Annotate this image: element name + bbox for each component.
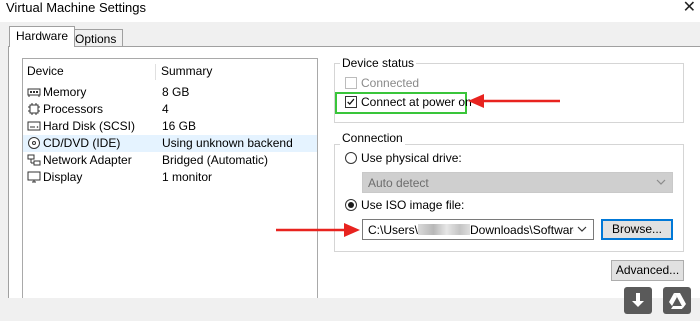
physical-drive-radio[interactable] (345, 152, 357, 164)
device-status-label: Device status (340, 56, 417, 70)
tab-hardware[interactable]: Hardware (9, 26, 76, 47)
device-name: Hard Disk (SCSI) (43, 119, 136, 133)
physical-drive-label: Use physical drive: (361, 151, 462, 165)
chevron-down-icon (577, 226, 587, 232)
connected-label: Connected (361, 76, 420, 90)
google-drive-icon (669, 293, 686, 309)
connect-at-power-on-checkbox[interactable] (345, 96, 357, 108)
window-title: Virtual Machine Settings (6, 0, 146, 15)
device-row-cd-dvd[interactable]: CD/DVD (IDE) Using unknown backend (23, 135, 317, 152)
connection-label: Connection (340, 131, 405, 145)
connect-at-power-on-label: Connect at power on (361, 95, 472, 109)
device-row-network-adapter[interactable]: Network Adapter Bridged (Automatic) (23, 152, 317, 169)
summary-column-header[interactable]: Summary (161, 64, 212, 78)
device-summary: 1 monitor (162, 170, 213, 184)
title-bar: Virtual Machine Settings ✕ (0, 0, 700, 22)
network-adapter-icon (27, 154, 41, 166)
annotation-arrow (276, 223, 360, 237)
download-icon (632, 293, 644, 307)
hard-disk-icon (27, 121, 41, 131)
display-icon (27, 171, 41, 183)
close-icon[interactable]: ✕ (683, 0, 696, 17)
device-list: Device Summary Memory 8 GB Processors 4 … (22, 58, 318, 298)
iso-image-label: Use ISO image file: (361, 198, 465, 212)
chevron-down-icon (656, 179, 666, 185)
device-summary: 16 GB (162, 119, 197, 133)
device-name: Processors (43, 102, 104, 116)
device-summary: Using unknown backend (162, 136, 293, 150)
device-name: Display (43, 170, 83, 184)
iso-image-radio[interactable] (345, 199, 357, 211)
device-list-header: Device Summary (23, 64, 317, 82)
device-column-header[interactable]: Device (27, 64, 64, 78)
device-summary: 8 GB (162, 85, 190, 99)
download-button[interactable] (624, 287, 652, 314)
iso-path-combobox[interactable]: C:\Users\ Downloads\Software\Sim (362, 219, 594, 240)
device-name: Network Adapter (43, 153, 132, 167)
column-divider[interactable] (155, 64, 156, 80)
iso-path-suffix: Downloads\Software\Sim (470, 223, 574, 237)
device-row-display[interactable]: Display 1 monitor (23, 169, 317, 186)
device-row-memory[interactable]: Memory 8 GB (23, 84, 317, 101)
browse-button[interactable]: Browse... (601, 219, 673, 240)
iso-path-prefix: C:\Users\ (368, 223, 419, 237)
physical-drive-value: Auto detect (368, 176, 429, 190)
checkmark-icon (347, 98, 355, 106)
processor-icon (28, 103, 40, 115)
connected-checkbox[interactable] (345, 77, 357, 89)
device-name: Memory (43, 85, 87, 99)
drive-button[interactable] (663, 287, 691, 314)
device-row-hard-disk[interactable]: Hard Disk (SCSI) 16 GB (23, 118, 317, 135)
cd-dvd-icon (28, 137, 40, 149)
redacted-username (418, 224, 471, 235)
device-name: CD/DVD (IDE) (43, 136, 121, 150)
device-row-processors[interactable]: Processors 4 (23, 101, 317, 118)
advanced-button[interactable]: Advanced... (611, 260, 684, 281)
device-summary: Bridged (Automatic) (162, 153, 269, 167)
annotation-arrow (468, 94, 560, 108)
memory-icon (27, 88, 41, 97)
iso-path-value: C:\Users\ Downloads\Software\Sim (368, 223, 574, 237)
physical-drive-dropdown[interactable]: Auto detect (362, 172, 673, 193)
device-summary: 4 (162, 102, 169, 116)
